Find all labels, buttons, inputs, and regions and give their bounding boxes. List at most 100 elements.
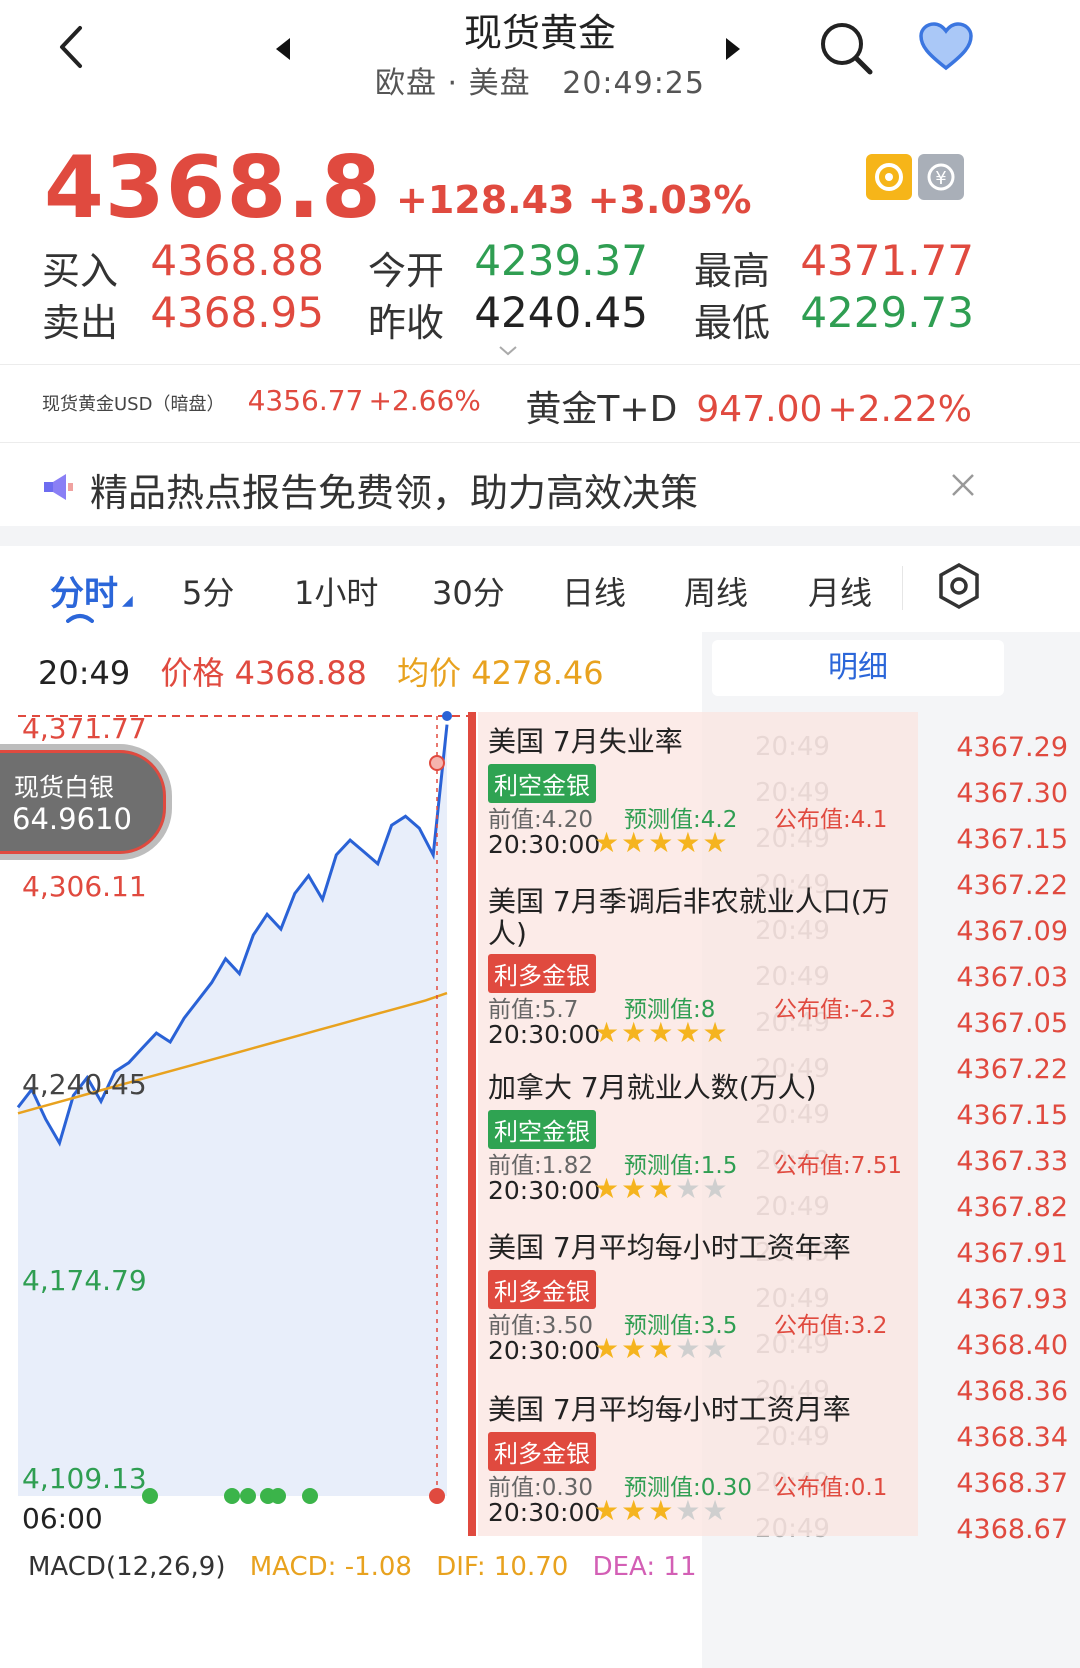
buy-label: 买入 [42,249,119,293]
event-actual: 公布值:7.51 [774,1153,902,1179]
sell-value: 4368.95 [150,288,324,337]
open-value: 4239.37 [474,236,648,285]
star-icon: ★ [702,1016,730,1049]
star-icon: ★ [621,1016,649,1049]
tick-price: 4368.34 [956,1422,1068,1453]
low-value: 4229.73 [800,288,974,337]
refresh-icon[interactable] [866,154,912,200]
event-previous: 前值:4.20 [488,807,593,833]
y-label-2: 4,306.11 [22,870,147,903]
tick-price: 4367.93 [956,1284,1068,1315]
section-gap [0,526,1080,546]
event-previous: 前值:0.30 [488,1475,593,1501]
tab-monthly[interactable]: 月线 [808,568,872,614]
star-icon: ★ [621,1494,649,1527]
event-importance-stars: ★★★★★ [594,826,730,859]
price-label: 价格 [160,654,225,692]
related-td[interactable]: 黄金T+D 947.00 +2.22% [525,380,972,432]
chart-info-bar: 20:49 价格 4368.88 均价 4278.46 [38,648,604,694]
buy-value: 4368.88 [150,236,324,285]
promo-banner[interactable]: 精品热点报告免费领，助力高效决策 [0,446,1080,526]
prev-close-label: 昨收 [368,301,445,345]
related-usd[interactable]: 现货黄金USD（暗盘） 4356.77 +2.66% [42,384,481,428]
event-impact-tag: 利多金银 [488,954,596,993]
event-card[interactable]: 美国 7月失业率 利空金银 前值:4.20 预测值:4.2 公布值:4.1 20:30:0… [478,716,918,870]
price-change: +128.43 +3.03% [396,178,751,222]
star-icon: ★ [594,1332,622,1365]
speaker-icon [42,472,76,506]
event-card[interactable]: 美国 7月季调后非农就业人口(万人) 利多金银 前值:5.7 预测值:8 公布值:-2.… [478,876,918,1060]
event-importance-stars: ★★★★★ [594,1016,730,1049]
usd-name: 现货黄金USD（暗盘） [42,394,225,415]
change-value: +128.43 [396,178,575,222]
tick-price: 4367.05 [956,1008,1068,1039]
event-actual: 公布值:0.1 [774,1475,888,1501]
event-previous: 前值:3.50 [488,1313,593,1339]
prev-close-value: 4240.45 [474,288,648,337]
star-icon: ★ [648,1016,676,1049]
event-card[interactable]: 美国 7月平均每小时工资月率 利多金银 前值:0.30 预测值:0.30 公布值:0.1… [478,1384,918,1538]
open-label: 今开 [368,249,445,293]
tick-price: 4367.82 [956,1192,1068,1223]
tick-price: 4368.37 [956,1468,1068,1499]
star-icon: ★ [621,826,649,859]
divider [0,442,1080,443]
event-marker-selected [429,1488,445,1504]
favorite-heart-icon[interactable] [918,22,974,76]
event-marker [224,1488,240,1504]
event-impact-tag: 利空金银 [488,764,596,803]
tab-1hour[interactable]: 1小时 [294,568,378,614]
event-previous: 前值:5.7 [488,997,579,1023]
tick-price: 4368.40 [956,1330,1068,1361]
event-title: 美国 7月失业率 [488,725,683,758]
divider [0,364,1080,365]
tab-dropdown-icon: ◢ [122,593,133,609]
events-red-bar [468,712,476,1536]
low-label: 最低 [694,301,771,345]
tick-price: 4368.67 [956,1514,1068,1545]
event-card[interactable]: 加拿大 7月就业人数(万人) 利空金银 前值:1.82 预测值:1.5 公布值:7.51… [478,1062,918,1216]
event-actual: 公布值:-2.3 [774,997,896,1023]
tick-price: 4367.15 [956,824,1068,855]
tick-price: 4367.30 [956,778,1068,809]
crosshair-dot [429,755,445,771]
td-price: 947.00 [696,389,823,430]
close-icon[interactable] [950,472,976,502]
sell-label: 卖出 [42,301,119,345]
change-percent: +3.03% [587,178,752,222]
star-icon: ★ [648,826,676,859]
silver-quote-badge[interactable]: 现货白银 64.9610 [0,744,172,860]
detail-button[interactable]: 明细 [712,640,1004,696]
star-icon: ★ [675,1172,703,1205]
event-marker [240,1488,256,1504]
tick-price: 4367.09 [956,916,1068,947]
next-instrument-icon[interactable] [722,36,744,66]
star-icon: ★ [675,1016,703,1049]
star-icon: ★ [648,1332,676,1365]
macd-value: MACD: -1.08 [249,1552,412,1582]
tab-daily[interactable]: 日线 [562,568,626,614]
td-pct: +2.22% [827,389,972,430]
usd-price: 4356.77 [247,384,364,417]
tab-weekly[interactable]: 周线 [684,568,748,614]
search-icon[interactable] [818,20,874,80]
event-importance-stars: ★★★★★ [594,1332,730,1365]
event-impact-tag: 利多金银 [488,1270,596,1309]
event-card[interactable]: 美国 7月平均每小时工资年率 利多金银 前值:3.50 预测值:3.5 公布值:3.2 2… [478,1222,918,1376]
star-icon: ★ [648,1172,676,1205]
star-icon: ★ [702,1332,730,1365]
high-value: 4371.77 [800,236,974,285]
divider [902,566,903,610]
chart-settings-icon[interactable] [936,562,982,614]
tick-price: 4368.36 [956,1376,1068,1407]
event-time: 20:30:00 [488,1336,601,1365]
currency-convert-icon[interactable]: ¥ [918,154,964,200]
tab-30min[interactable]: 30分 [432,568,505,614]
star-icon: ★ [702,1494,730,1527]
event-time: 20:30:00 [488,1498,601,1527]
expand-chevron-icon[interactable] [498,342,518,361]
tab-5min[interactable]: 5分 [182,568,234,614]
y-label-high: 4,371.77 [22,712,147,745]
star-icon: ★ [594,1494,622,1527]
macd-params: MACD(12,26,9) [28,1552,226,1582]
